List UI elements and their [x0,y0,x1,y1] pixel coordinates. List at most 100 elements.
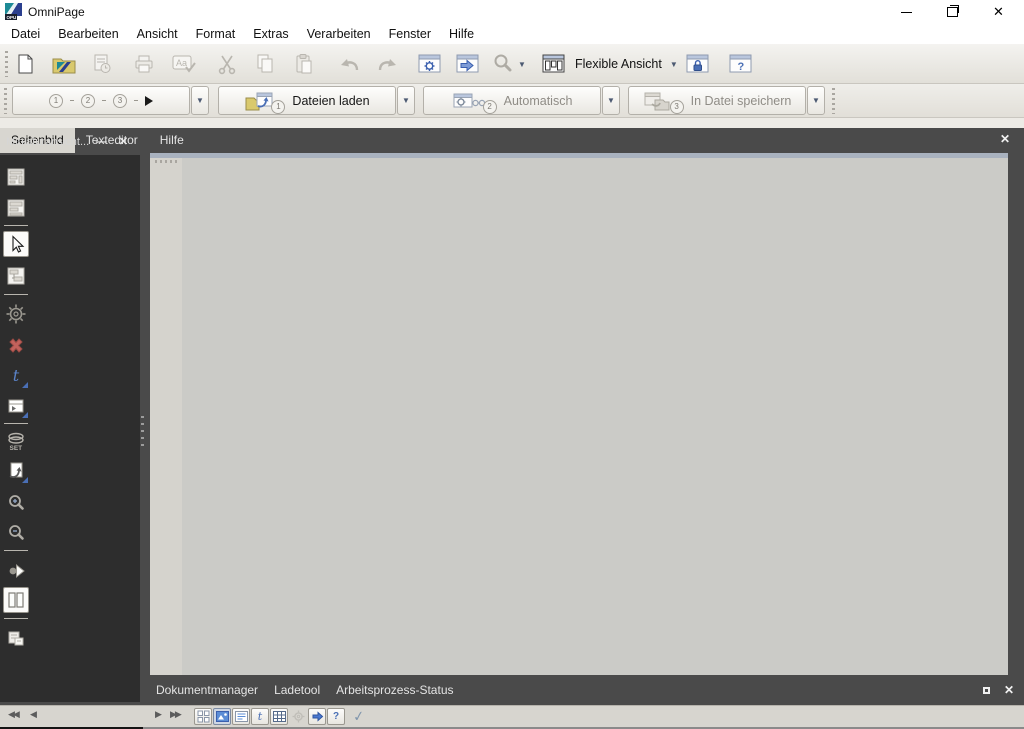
tab-dokumentmanager[interactable]: Dokumentmanager [148,683,266,697]
zone-layout-button[interactable] [3,195,29,221]
toolbar-grip[interactable] [5,51,8,77]
paste-button[interactable] [289,50,319,78]
thumbnail-close-icon[interactable]: ✕ [113,135,134,148]
zone-layout-icon [7,199,25,217]
undo-button[interactable] [335,50,365,78]
bottom-panel-tab-bar: Dokumentmanager Ladetool Arbeitsprozess-… [148,675,1024,705]
process-mode-dropdown[interactable]: ▼ [602,86,620,115]
previous-page-button[interactable]: ◀ [30,709,37,720]
workflow-123-button[interactable]: 1 2 3 [12,86,190,115]
text-zone-button[interactable]: t [3,363,29,389]
zone-set-button[interactable]: SET [3,428,29,454]
save-to-file-button[interactable]: 3 In Datei speichern [628,86,806,115]
zone-process-page-button[interactable] [3,164,29,190]
menu-fenster[interactable]: Fenster [380,24,440,44]
facing-pages-button[interactable] [3,587,29,613]
process-mode-button[interactable]: 2 Automatisch [423,86,601,115]
cut-button[interactable] [212,50,242,78]
redo-button[interactable] [372,50,402,78]
zoom-out-icon [9,525,24,540]
zone-order-button[interactable] [3,263,29,289]
copy-button[interactable] [250,50,280,78]
step-3-badge: 3 [113,93,127,108]
save-button[interactable] [87,50,117,78]
zone-properties-button[interactable] [3,301,29,327]
detail-view-button[interactable] [232,708,250,725]
thumbnail-view-button[interactable] [194,708,212,725]
first-page-button[interactable]: ◀◀ [8,709,20,720]
toolbar-grip[interactable] [832,88,835,114]
close-icon: ✕ [993,4,1004,19]
delete-zone-button[interactable] [3,332,29,358]
chevron-down-icon: ▼ [402,96,410,105]
print-button[interactable] [129,50,159,78]
bottom-panel-close-icon[interactable]: ✕ [1004,683,1014,697]
step-2-badge: 2 [482,99,497,114]
zoom-in-button[interactable] [3,490,29,516]
thumbnail-minimize-icon[interactable]: — [90,136,113,148]
select-tool-button[interactable] [3,231,29,257]
proofread-button[interactable]: Aa [169,50,199,78]
load-files-button[interactable]: 1 Dateien laden [218,86,396,115]
workflow-dropdown[interactable]: ▼ [191,86,209,115]
tab-close-icon[interactable]: ✕ [1000,132,1010,146]
proof-status-button[interactable]: ✓ [350,707,368,725]
menu-datei[interactable]: Datei [2,24,49,44]
menu-hilfe[interactable]: Hilfe [440,24,483,44]
zoom-in-icon [9,495,24,510]
title-bar: OPU OmniPage ✕ [0,0,1024,24]
menu-verarbeiten[interactable]: Verarbeiten [298,24,380,44]
tab-ladetool[interactable]: Ladetool [266,683,328,697]
zoom-button[interactable] [491,50,515,78]
view-mode-icon [542,54,565,73]
page-copy-icon [8,631,24,646]
open-file-button[interactable] [49,50,79,78]
zoom-dropdown[interactable]: ▼ [515,50,529,78]
help-button[interactable]: ? [726,50,756,78]
save-to-file-dropdown[interactable]: ▼ [807,86,825,115]
more-options-triangle-icon [22,382,28,388]
settings-status-button[interactable] [289,708,307,725]
delete-x-icon [9,338,23,353]
menu-format[interactable]: Format [187,24,245,44]
last-page-button[interactable]: ▶▶ [170,709,182,720]
svg-text:Aa: Aa [176,58,187,68]
table-zone-button[interactable] [3,393,29,419]
menu-extras[interactable]: Extras [244,24,297,44]
table-view-icon [272,711,286,722]
help-status-button[interactable]: ? [327,708,345,725]
tab-hilfe[interactable]: Hilfe [149,128,195,153]
minimize-button[interactable] [884,0,929,24]
open-folder-icon [52,58,76,74]
toolbar-grip[interactable] [155,160,177,163]
close-button[interactable]: ✕ [976,0,1021,24]
page-info-button[interactable] [3,625,29,651]
go-status-button[interactable] [308,708,326,725]
load-files-dropdown[interactable]: ▼ [397,86,415,115]
toolbar-grip[interactable] [4,88,7,114]
page-image-canvas[interactable] [182,158,1008,675]
gear-icon [292,710,304,723]
image-toolbar [150,158,182,675]
go-button[interactable] [453,50,483,78]
reprocess-page-button[interactable] [3,458,29,484]
new-document-button[interactable] [11,50,41,78]
page-image-view-button[interactable] [213,708,231,725]
menu-bearbeiten[interactable]: Bearbeiten [49,24,127,44]
lock-button[interactable] [683,50,713,78]
zoom-out-button[interactable] [3,520,29,546]
restore-button[interactable] [930,0,975,24]
options-button[interactable] [415,50,445,78]
table-view-button[interactable] [270,708,288,725]
dock-panel-icon[interactable] [982,686,990,694]
redo-icon [378,59,396,71]
tab-arbeitsprozess-status[interactable]: Arbeitsprozess-Status [328,683,461,697]
check-icon: ✓ [351,707,366,725]
view-mode-control[interactable]: Flexible Ansicht ▼ [541,50,678,78]
menu-ansicht[interactable]: Ansicht [128,24,187,44]
next-page-button[interactable]: ▶ [155,709,162,720]
panel-splitter[interactable] [141,416,144,450]
step-2-badge: 2 [81,93,95,108]
rotate-page-button[interactable] [3,557,29,583]
text-view-button[interactable]: t [251,708,269,725]
